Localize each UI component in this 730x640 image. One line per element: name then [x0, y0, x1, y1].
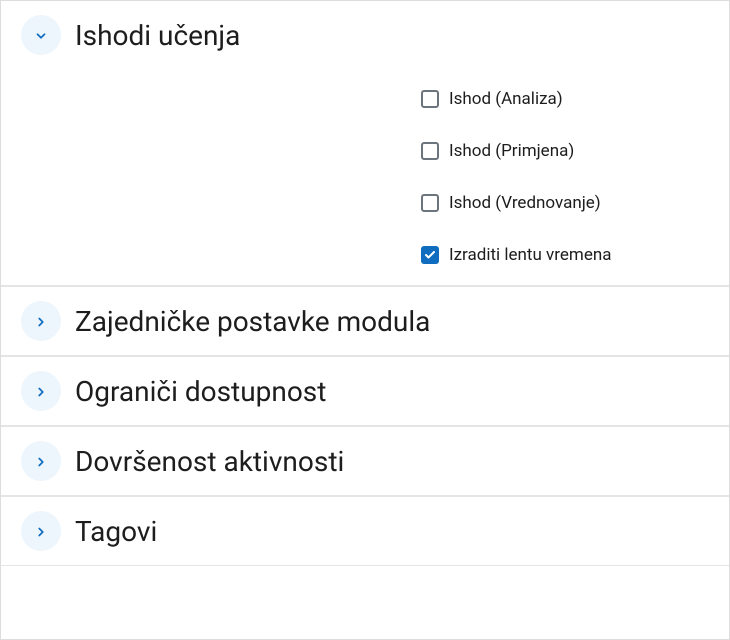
checkbox-primjena[interactable] — [421, 142, 439, 160]
section-header-outcomes[interactable]: Ishodi učenja — [1, 1, 729, 69]
chevron-down-icon — [34, 28, 48, 42]
checkbox-list: Ishod (Analiza) Ishod (Primjena) Ishod (… — [21, 79, 709, 265]
section-common-module: Zajedničke postavke modula — [1, 286, 729, 356]
checkbox-item-vrednovanje: Ishod (Vrednovanje) — [421, 193, 709, 213]
checkbox-lenta-vremena[interactable] — [421, 246, 439, 264]
chevron-container — [21, 441, 61, 481]
section-title-common-module: Zajedničke postavke modula — [75, 305, 430, 338]
checkbox-label-primjena[interactable]: Ishod (Primjena) — [449, 141, 574, 161]
section-title-tags: Tagovi — [75, 515, 157, 548]
chevron-container — [21, 371, 61, 411]
section-title-activity-completion: Dovršenost aktivnosti — [75, 445, 344, 478]
chevron-container — [21, 511, 61, 551]
section-header-activity-completion[interactable]: Dovršenost aktivnosti — [1, 427, 729, 495]
checkbox-item-analiza: Ishod (Analiza) — [421, 89, 709, 109]
section-header-common-module[interactable]: Zajedničke postavke modula — [1, 287, 729, 355]
checkbox-label-lenta-vremena[interactable]: Izraditi lentu vremena — [449, 245, 611, 265]
chevron-right-icon — [34, 454, 48, 468]
section-header-restrict-access[interactable]: Ograniči dostupnost — [1, 357, 729, 425]
checkbox-analiza[interactable] — [421, 90, 439, 108]
checkbox-label-analiza[interactable]: Ishod (Analiza) — [449, 89, 563, 109]
checkbox-item-primjena: Ishod (Primjena) — [421, 141, 709, 161]
section-activity-completion: Dovršenost aktivnosti — [1, 426, 729, 496]
chevron-container — [21, 15, 61, 55]
section-content-outcomes: Ishod (Analiza) Ishod (Primjena) Ishod (… — [1, 69, 729, 285]
section-header-tags[interactable]: Tagovi — [1, 497, 729, 565]
section-restrict-access: Ograniči dostupnost — [1, 356, 729, 426]
chevron-right-icon — [34, 524, 48, 538]
chevron-container — [21, 301, 61, 341]
chevron-right-icon — [34, 314, 48, 328]
section-outcomes: Ishodi učenja Ishod (Analiza) Ishod (Pri… — [1, 1, 729, 286]
checkbox-label-vrednovanje[interactable]: Ishod (Vrednovanje) — [449, 193, 601, 213]
checkbox-item-lenta-vremena: Izraditi lentu vremena — [421, 245, 709, 265]
chevron-right-icon — [34, 384, 48, 398]
section-tags: Tagovi — [1, 496, 729, 566]
checkbox-vrednovanje[interactable] — [421, 194, 439, 212]
section-title-outcomes: Ishodi učenja — [75, 19, 240, 52]
section-title-restrict-access: Ograniči dostupnost — [75, 375, 326, 408]
